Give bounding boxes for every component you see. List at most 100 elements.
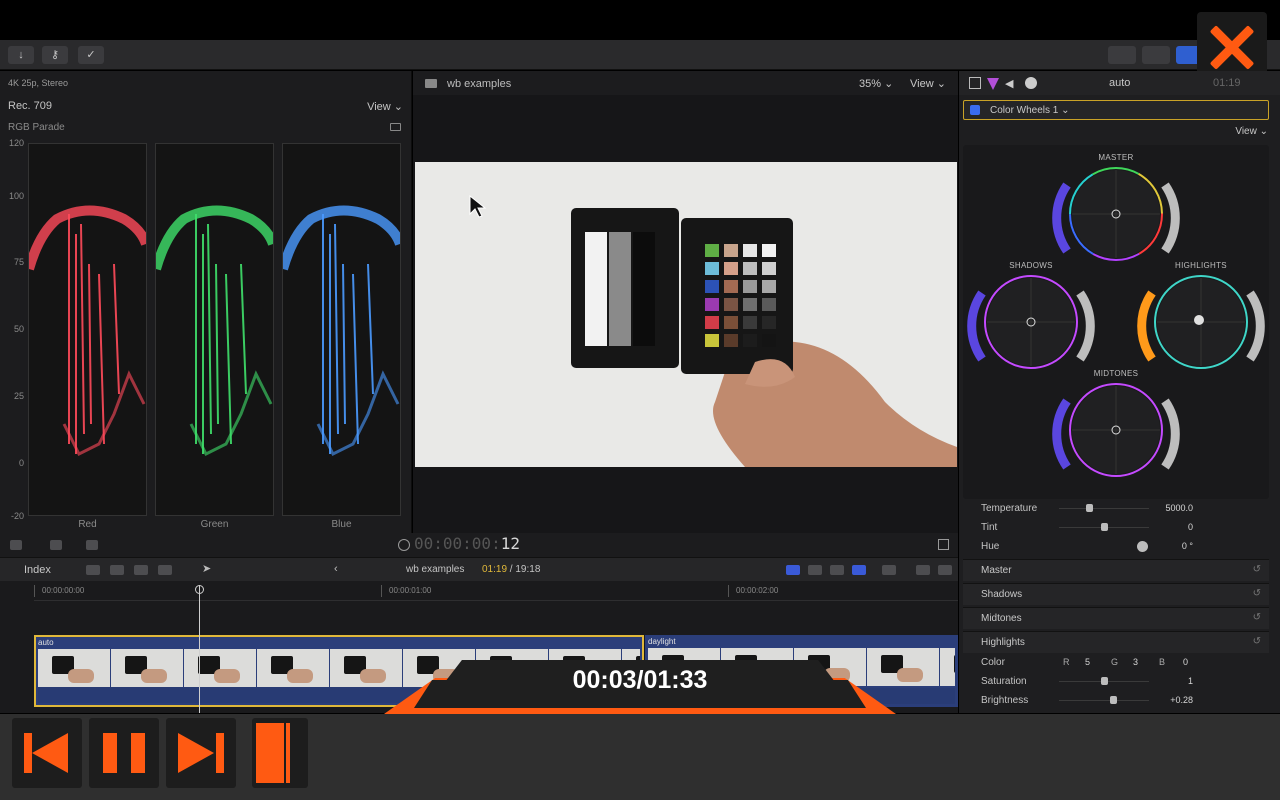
scope-settings-icon[interactable] <box>390 123 401 131</box>
midtones-wheel <box>1052 383 1180 477</box>
keyword-icon[interactable]: ⚷ <box>42 46 68 64</box>
parade-red <box>24 143 151 516</box>
pause-icon <box>103 733 117 773</box>
snapping-icon[interactable] <box>852 565 866 575</box>
axis-tick: 50 <box>13 324 24 334</box>
import-icon[interactable]: ↓ <box>8 46 34 64</box>
back-arrow-icon[interactable]: ‹ <box>334 563 338 575</box>
slider-knob[interactable] <box>1085 504 1093 512</box>
color-g-value[interactable]: 3 <box>1133 657 1138 667</box>
scopes-panel: 4K 25p, Stereo Rec. 709 View ⌄ RGB Parad… <box>0 71 412 533</box>
progress-fill <box>256 723 292 783</box>
inspector-view-menu[interactable]: View ⌄ <box>1235 126 1268 137</box>
audio-skimming-icon[interactable] <box>808 565 822 575</box>
color-wheels-graphic[interactable] <box>963 145 1269 499</box>
inspector-clip-name: auto <box>1109 77 1131 89</box>
inspector-timecode: 01:19 <box>1213 77 1241 89</box>
color-r-value[interactable]: 5 <box>1085 657 1090 667</box>
play-icon[interactable] <box>398 539 410 551</box>
section-shadows[interactable]: Shadows ↺ <box>963 583 1269 605</box>
fullscreen-icon[interactable] <box>938 539 949 550</box>
progress-bar[interactable] <box>252 718 308 788</box>
timeline-duration: 01:19 / 19:18 <box>482 564 541 575</box>
video-inspector-icon[interactable] <box>969 77 981 89</box>
format-label: 4K 25p, Stereo <box>8 78 69 88</box>
previous-icon <box>32 733 68 773</box>
parade-label-blue: Blue <box>331 519 352 530</box>
timeline-ruler[interactable]: 00:00:00:00 00:00:01:00 00:00:02:00 <box>34 581 958 601</box>
red-waveform <box>24 205 151 457</box>
parade-label-green: Green <box>200 519 229 530</box>
solo-icon[interactable] <box>830 565 844 575</box>
speed-icon[interactable] <box>86 540 98 550</box>
background-tasks-icon[interactable]: ✓ <box>78 46 104 64</box>
reset-icon[interactable]: ↺ <box>1253 636 1261 647</box>
insert-clip-icon[interactable] <box>110 565 124 575</box>
color-inspector-icon[interactable] <box>987 77 999 90</box>
viewer-panel: wb examples 35% ⌄ View ⌄ <box>413 71 958 533</box>
ruler-tick: 00:00:02:00 <box>736 586 779 595</box>
axis-tick: -20 <box>10 511 24 521</box>
color-b-value[interactable]: 0 <box>1183 657 1188 667</box>
audio-inspector-icon[interactable]: ◀ <box>1005 77 1017 90</box>
viewer-controls: 00:00:00:12 <box>0 533 958 557</box>
color-rgb-row[interactable]: Color R 5 G 3 B 0 <box>963 653 1269 672</box>
top-toolbar: ↓ ⚷ ✓ <box>0 40 1280 70</box>
temperature-slider[interactable]: Temperature 5000.0 <box>963 499 1269 518</box>
pause-button[interactable] <box>89 718 159 788</box>
scope-type-label: RGB Parade <box>8 122 65 133</box>
append-clip-icon[interactable] <box>134 565 148 575</box>
overwrite-clip-icon[interactable] <box>158 565 172 575</box>
color-inspector: ◀ auto 01:19 Color Wheels 1 ⌄ View ⌄ MAS… <box>959 71 1280 713</box>
clip-name: auto <box>38 638 54 647</box>
hue-slider[interactable]: Hue 0 ° <box>963 537 1269 556</box>
effect-enabled-checkbox[interactable] <box>970 105 980 115</box>
skimming-icon[interactable] <box>786 565 800 575</box>
enhance-icon[interactable] <box>50 540 62 550</box>
slider-knob[interactable] <box>1101 523 1108 531</box>
select-tool-icon[interactable]: ➤ <box>202 562 212 575</box>
inspector-header: ◀ auto 01:19 <box>959 71 1280 95</box>
saturation-slider[interactable]: Saturation 1 <box>963 672 1269 691</box>
reset-icon[interactable]: ↺ <box>1253 588 1261 599</box>
section-midtones[interactable]: Midtones ↺ <box>963 607 1269 629</box>
video-frame[interactable] <box>415 162 957 467</box>
master-wheel <box>1052 167 1180 261</box>
transitions-browser-icon[interactable] <box>938 565 952 575</box>
slider-knob[interactable] <box>1101 677 1108 685</box>
time-banner: 00:03/01:33 <box>384 660 896 714</box>
info-inspector-icon[interactable] <box>1025 77 1037 89</box>
crop-icon[interactable] <box>10 540 22 550</box>
clip-appearance-icon[interactable] <box>882 565 896 575</box>
reset-icon[interactable]: ↺ <box>1253 612 1261 623</box>
color-space-label: Rec. 709 <box>8 100 53 112</box>
timeline-project-name: wb examples <box>406 564 465 575</box>
zoom-menu[interactable]: 35% ⌄ <box>859 77 893 90</box>
axis-tick: 75 <box>13 257 24 267</box>
tint-slider[interactable]: Tint 0 <box>963 518 1269 537</box>
timeline-toggle-icon[interactable] <box>1142 46 1170 64</box>
viewer-view-menu[interactable]: View ⌄ <box>910 77 946 90</box>
shadows-wheel <box>967 275 1095 369</box>
slider-knob[interactable] <box>1110 696 1117 704</box>
app-root: ↓ ⚷ ✓ 4K 25p, Stereo Rec. 709 View ⌄ RGB… <box>0 0 1280 800</box>
previous-button[interactable] <box>12 718 82 788</box>
ruler-tick: 00:00:00:00 <box>42 586 85 595</box>
axis-tick: 120 <box>8 138 24 148</box>
next-button[interactable] <box>166 718 236 788</box>
playhead[interactable] <box>199 585 200 713</box>
brightness-slider[interactable]: Brightness +0.28 <box>963 691 1269 710</box>
index-button[interactable]: Index <box>24 564 51 576</box>
effect-selector[interactable]: Color Wheels 1 ⌄ <box>963 100 1269 120</box>
parade-green <box>151 143 278 516</box>
reset-icon[interactable]: ↺ <box>1253 564 1261 575</box>
timeline-header: Index ➤ ‹ wb examples 01:19 / 19:18 <box>0 557 958 581</box>
section-master[interactable]: Master ↺ <box>963 559 1269 581</box>
section-highlights[interactable]: Highlights ↺ <box>963 631 1269 653</box>
connect-clip-icon[interactable] <box>86 565 100 575</box>
parade-blue <box>278 143 405 516</box>
effects-browser-icon[interactable] <box>916 565 930 575</box>
playhead-handle[interactable] <box>195 585 204 594</box>
browser-toggle-icon[interactable] <box>1108 46 1136 64</box>
scopes-view-menu[interactable]: View ⌄ <box>367 100 403 113</box>
